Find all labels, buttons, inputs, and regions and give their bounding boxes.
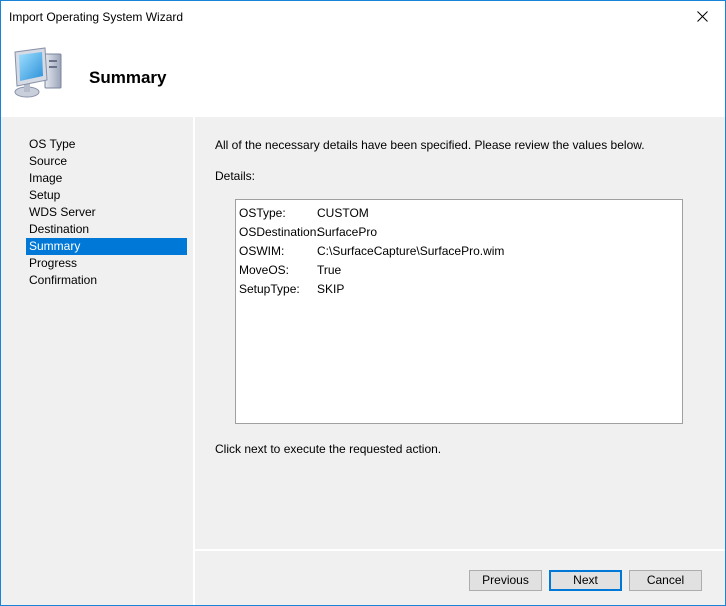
computer-icon [14,47,62,98]
summary-content: All of the necessary details have been s… [195,117,725,549]
intro-text: All of the necessary details have been s… [215,138,645,152]
wizard-header: Summary [1,32,725,117]
step-wds-server: WDS Server [29,205,96,219]
title-bar: Import Operating System Wizard [1,1,725,32]
step-setup: Setup [29,188,61,202]
detail-value: SurfacePro [317,225,378,239]
window-title: Import Operating System Wizard [9,10,184,24]
wizard-window: Import Operating System Wizard Summary O… [0,0,726,606]
step-confirmation: Confirmation [29,273,98,287]
next-button[interactable]: Next [549,570,622,591]
step-source: Source [29,154,68,168]
close-button[interactable] [679,1,725,32]
detail-value: True [317,263,342,277]
detail-row: SetupType: SKIP [239,280,682,299]
step-os-type: OS Type [29,137,76,151]
detail-row: OSDestination: SurfacePro [239,223,682,242]
previous-button[interactable]: Previous [469,570,542,591]
details-textbox[interactable]: OSType: CUSTOM OSDestination: SurfacePro… [235,199,683,424]
step-destination: Destination [29,222,90,236]
details-label: Details: [215,169,256,183]
wizard-steps-list: OS Type Source Image Setup WDS Server De… [26,136,187,289]
close-icon [696,11,708,22]
detail-value: CUSTOM [317,206,369,220]
detail-key: OSDestination: [239,225,320,239]
detail-key: SetupType: [239,282,300,296]
detail-value: SKIP [317,282,345,296]
step-progress: Progress [29,256,78,270]
cancel-button[interactable]: Cancel [629,570,702,591]
detail-key: OSType: [239,206,286,220]
detail-row: OSType: CUSTOM [239,204,682,223]
detail-value: C:\SurfaceCapture\SurfacePro.wim [317,244,505,258]
footer-note: Click next to execute the requested acti… [215,442,442,456]
step-image: Image [29,171,63,185]
page-title: Summary [89,68,167,87]
detail-row: OSWIM: C:\SurfaceCapture\SurfacePro.wim [239,242,682,261]
step-summary: Summary [26,238,187,255]
wizard-steps-panel: OS Type Source Image Setup WDS Server De… [1,117,193,605]
detail-key: MoveOS: [239,263,290,277]
button-bar: Previous Next Cancel [195,551,725,605]
detail-key: OSWIM: [239,244,285,258]
detail-row: MoveOS: True [239,261,682,280]
